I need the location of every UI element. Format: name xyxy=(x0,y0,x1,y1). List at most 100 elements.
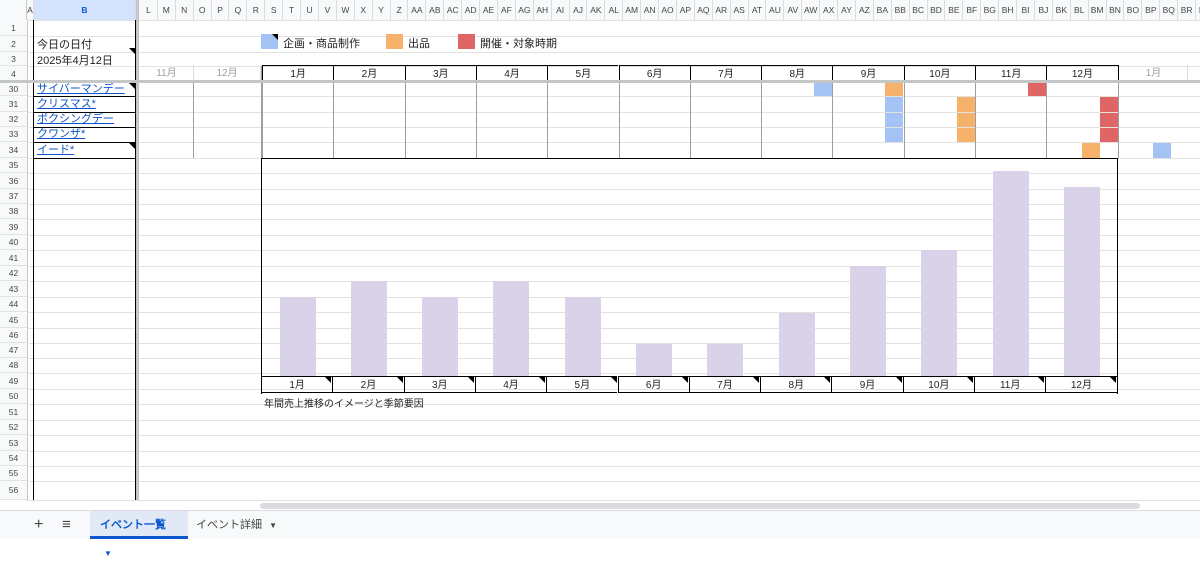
event-name[interactable]: イード* xyxy=(37,144,74,156)
row-header[interactable]: 38 xyxy=(0,204,27,219)
column-header[interactable]: BA xyxy=(874,0,892,20)
row-header[interactable]: 41 xyxy=(0,250,27,266)
row-header[interactable]: 47 xyxy=(0,343,27,358)
column-header[interactable]: T xyxy=(283,0,302,20)
planning-cell[interactable] xyxy=(885,128,903,142)
column-header[interactable]: AK xyxy=(588,0,606,20)
row-header[interactable]: 43 xyxy=(0,281,27,297)
row-header[interactable]: 32 xyxy=(0,112,27,127)
column-header[interactable]: AZ xyxy=(856,0,874,20)
tab-event-list[interactable]: イベント一覧 ▼ xyxy=(90,511,188,558)
column-header[interactable]: AB xyxy=(426,0,445,20)
column-header[interactable]: N xyxy=(176,0,194,20)
horizontal-scroll-thumb[interactable] xyxy=(260,503,1140,509)
column-header[interactable]: R xyxy=(247,0,266,20)
listing-cell[interactable] xyxy=(957,113,975,127)
tab-event-detail[interactable]: イベント詳細 ▼ xyxy=(186,511,287,539)
column-header[interactable]: AV xyxy=(784,0,803,20)
row-header[interactable]: 51 xyxy=(0,404,27,420)
column-header[interactable]: AS xyxy=(731,0,749,20)
column-header[interactable]: BM xyxy=(1089,0,1107,20)
column-header[interactable]: AR xyxy=(713,0,731,20)
add-sheet-button[interactable]: + xyxy=(24,511,53,539)
column-header[interactable]: BQ xyxy=(1160,0,1179,20)
column-header[interactable]: M xyxy=(158,0,176,20)
column-header[interactable]: AU xyxy=(767,0,785,20)
column-header[interactable]: AX xyxy=(820,0,839,20)
event-name[interactable]: サイバーマンデー xyxy=(37,83,125,95)
column-header[interactable]: AA xyxy=(409,0,427,20)
row-header[interactable]: 55 xyxy=(0,466,27,481)
listing-cell[interactable] xyxy=(957,97,975,112)
event-name[interactable]: クワンザ* xyxy=(37,128,85,140)
listing-cell[interactable] xyxy=(957,128,975,142)
select-all-corner[interactable] xyxy=(0,0,27,20)
column-header[interactable]: BD xyxy=(928,0,946,20)
column-header[interactable]: AD xyxy=(462,0,481,20)
row-header[interactable]: 42 xyxy=(0,266,27,281)
event-name-link[interactable]: クリスマス* xyxy=(34,96,135,112)
event-name-link[interactable]: ボクシングデー xyxy=(34,112,135,127)
column-header[interactable]: AM xyxy=(623,0,642,20)
column-header[interactable]: AG xyxy=(516,0,534,20)
column-header[interactable]: Q xyxy=(230,0,248,20)
column-header[interactable]: AC xyxy=(444,0,463,20)
row-header[interactable]: 1 xyxy=(0,20,27,36)
column-header[interactable]: BS xyxy=(1196,0,1200,20)
row-header[interactable]: 48 xyxy=(0,358,27,373)
column-header[interactable]: AP xyxy=(677,0,695,20)
column-header[interactable]: BP xyxy=(1142,0,1161,20)
event-cell[interactable] xyxy=(1028,83,1046,96)
planning-cell[interactable] xyxy=(885,97,903,112)
listing-cell[interactable] xyxy=(885,83,903,96)
column-header[interactable]: AN xyxy=(641,0,660,20)
column-header[interactable]: Z xyxy=(391,0,409,20)
column-header[interactable]: P xyxy=(212,0,230,20)
column-header[interactable]: AW xyxy=(802,0,821,20)
event-name[interactable]: クリスマス* xyxy=(37,98,96,110)
column-header[interactable]: W xyxy=(337,0,355,20)
row-header[interactable]: 39 xyxy=(0,219,27,235)
column-header[interactable]: BJ xyxy=(1035,0,1053,20)
column-header[interactable]: BB xyxy=(892,0,910,20)
column-header[interactable]: AT xyxy=(749,0,767,20)
row-header[interactable]: 45 xyxy=(0,312,27,328)
row-header[interactable]: 31 xyxy=(0,96,27,112)
column-header[interactable]: BK xyxy=(1053,0,1071,20)
row-header[interactable]: 44 xyxy=(0,297,27,312)
row-header[interactable]: 56 xyxy=(0,481,27,500)
row-header[interactable]: 37 xyxy=(0,189,27,204)
column-header[interactable]: AI xyxy=(552,0,570,20)
column-header[interactable]: O xyxy=(194,0,212,20)
row-header[interactable]: 33 xyxy=(0,127,27,142)
event-name[interactable]: ボクシングデー xyxy=(37,113,114,125)
column-header[interactable]: AO xyxy=(659,0,677,20)
column-header[interactable]: X xyxy=(355,0,373,20)
planning-cell[interactable] xyxy=(885,113,903,127)
all-sheets-menu-button[interactable]: ≡ xyxy=(52,511,81,539)
row-header[interactable]: 54 xyxy=(0,451,27,466)
column-header[interactable]: AY xyxy=(838,0,856,20)
chevron-down-icon[interactable]: ▼ xyxy=(104,549,112,558)
column-header[interactable]: AL xyxy=(605,0,624,20)
column-header[interactable]: Y xyxy=(373,0,391,20)
column-header[interactable]: A xyxy=(27,0,34,20)
row-header[interactable]: 2 xyxy=(0,36,27,52)
column-header[interactable]: BC xyxy=(910,0,928,20)
column-header[interactable]: AJ xyxy=(570,0,588,20)
row-header[interactable]: 36 xyxy=(0,173,27,189)
column-header[interactable]: BF xyxy=(963,0,982,20)
event-cell[interactable] xyxy=(1100,128,1118,142)
event-cell[interactable] xyxy=(1100,97,1118,112)
row-header[interactable]: 34 xyxy=(0,142,27,158)
row-header[interactable]: 35 xyxy=(0,158,27,173)
row-header[interactable]: 30 xyxy=(0,82,27,96)
column-header[interactable]: BN xyxy=(1107,0,1125,20)
planning-cell[interactable] xyxy=(814,83,832,96)
row-header[interactable]: 40 xyxy=(0,235,27,250)
row-header[interactable]: 52 xyxy=(0,420,27,435)
column-header[interactable]: AH xyxy=(534,0,552,20)
column-header[interactable]: B xyxy=(34,0,136,20)
column-header[interactable]: AE xyxy=(480,0,498,20)
column-header[interactable]: BI xyxy=(1017,0,1035,20)
